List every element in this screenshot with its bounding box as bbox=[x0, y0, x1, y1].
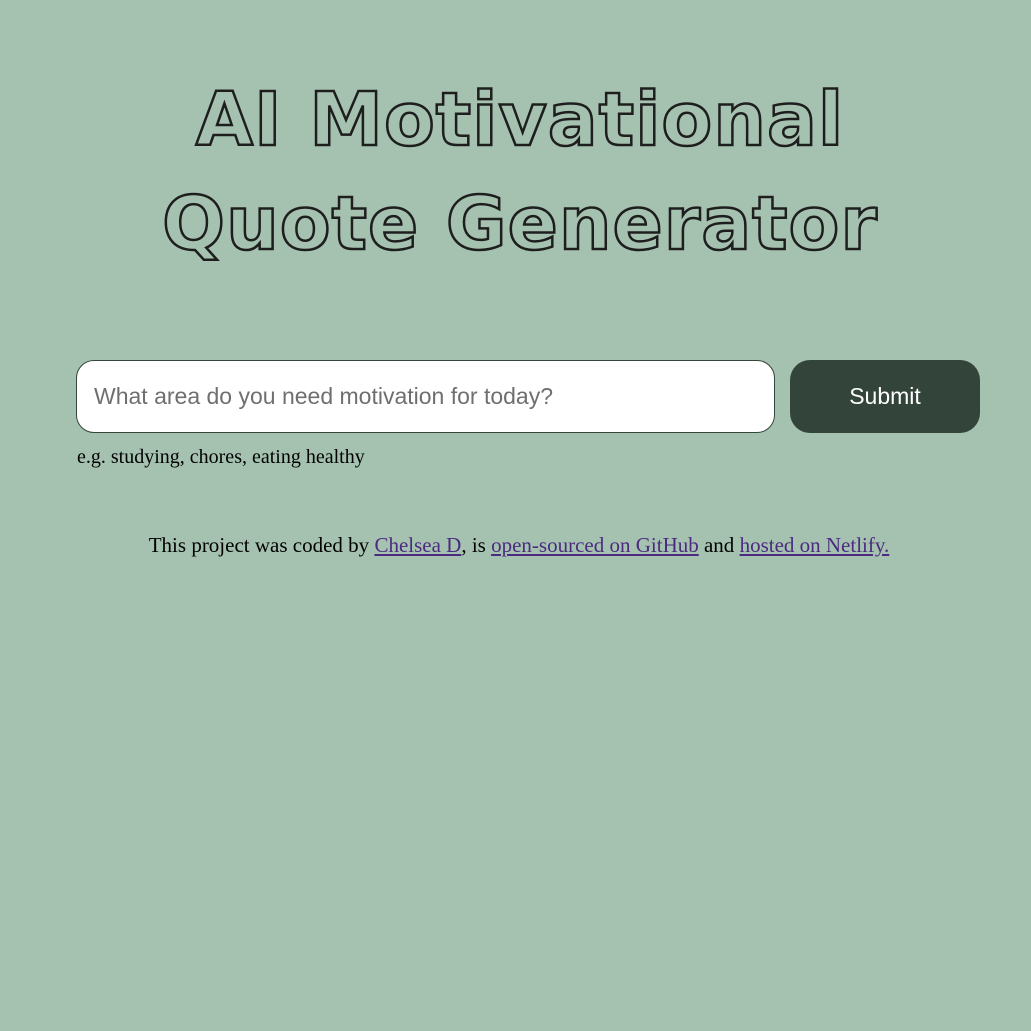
page-title: AI Motivational Quote Generator bbox=[161, 76, 878, 269]
page: AI Motivational Quote Generator Submit e… bbox=[0, 0, 1031, 1031]
author-link[interactable]: Chelsea D bbox=[374, 533, 461, 557]
motivation-topic-input[interactable] bbox=[76, 360, 775, 433]
input-hint: e.g. studying, chores, eating healthy bbox=[77, 446, 365, 468]
submit-button[interactable]: Submit bbox=[790, 360, 980, 433]
footer-text-coded-by: This project was coded by bbox=[148, 533, 375, 557]
netlify-link[interactable]: hosted on Netlify. bbox=[740, 533, 890, 557]
footer: This project was coded by Chelsea D, is … bbox=[0, 531, 1031, 559]
footer-text-and: and bbox=[698, 533, 740, 557]
footer-text-is: , is bbox=[461, 533, 492, 557]
quote-form: Submit bbox=[76, 360, 980, 433]
github-link[interactable]: open-sourced on GitHub bbox=[491, 533, 699, 557]
